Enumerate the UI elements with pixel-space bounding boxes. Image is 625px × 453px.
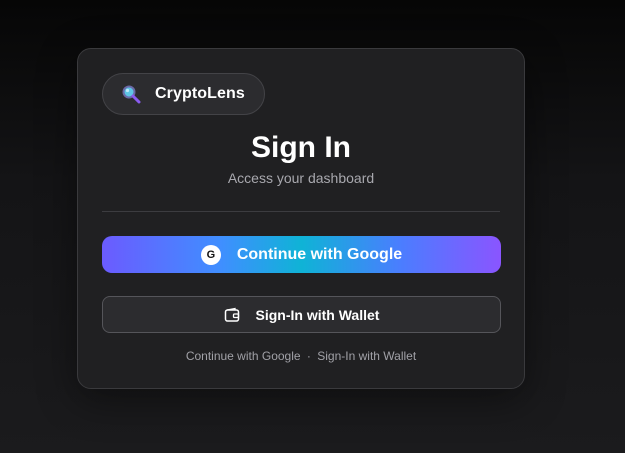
google-button-label: Continue with Google (236, 245, 403, 263)
divider (102, 211, 500, 212)
wallet-icon (224, 307, 240, 323)
brand-name: CryptoLens (155, 85, 245, 102)
footer-links: Continue with Google · Sign-In with Wall… (78, 349, 524, 363)
magnifier-icon (121, 84, 141, 104)
wallet-button-label: Sign-In with Wallet (255, 306, 380, 323)
google-icon: G (200, 244, 221, 265)
page-subtitle: Access your dashboard (227, 170, 375, 186)
footer-separator: · (306, 349, 311, 363)
footer-link-google[interactable]: Continue with Google (186, 349, 301, 363)
sign-in-card: CryptoLens Sign In Access your dashboard… (77, 48, 525, 389)
continue-with-google-button[interactable]: G Continue with Google (102, 236, 501, 273)
sign-in-with-wallet-button[interactable]: Sign-In with Wallet (102, 296, 501, 333)
page-title: Sign In (251, 131, 351, 164)
footer-link-wallet[interactable]: Sign-In with Wallet (317, 349, 416, 363)
brand-pill: CryptoLens (102, 73, 265, 115)
